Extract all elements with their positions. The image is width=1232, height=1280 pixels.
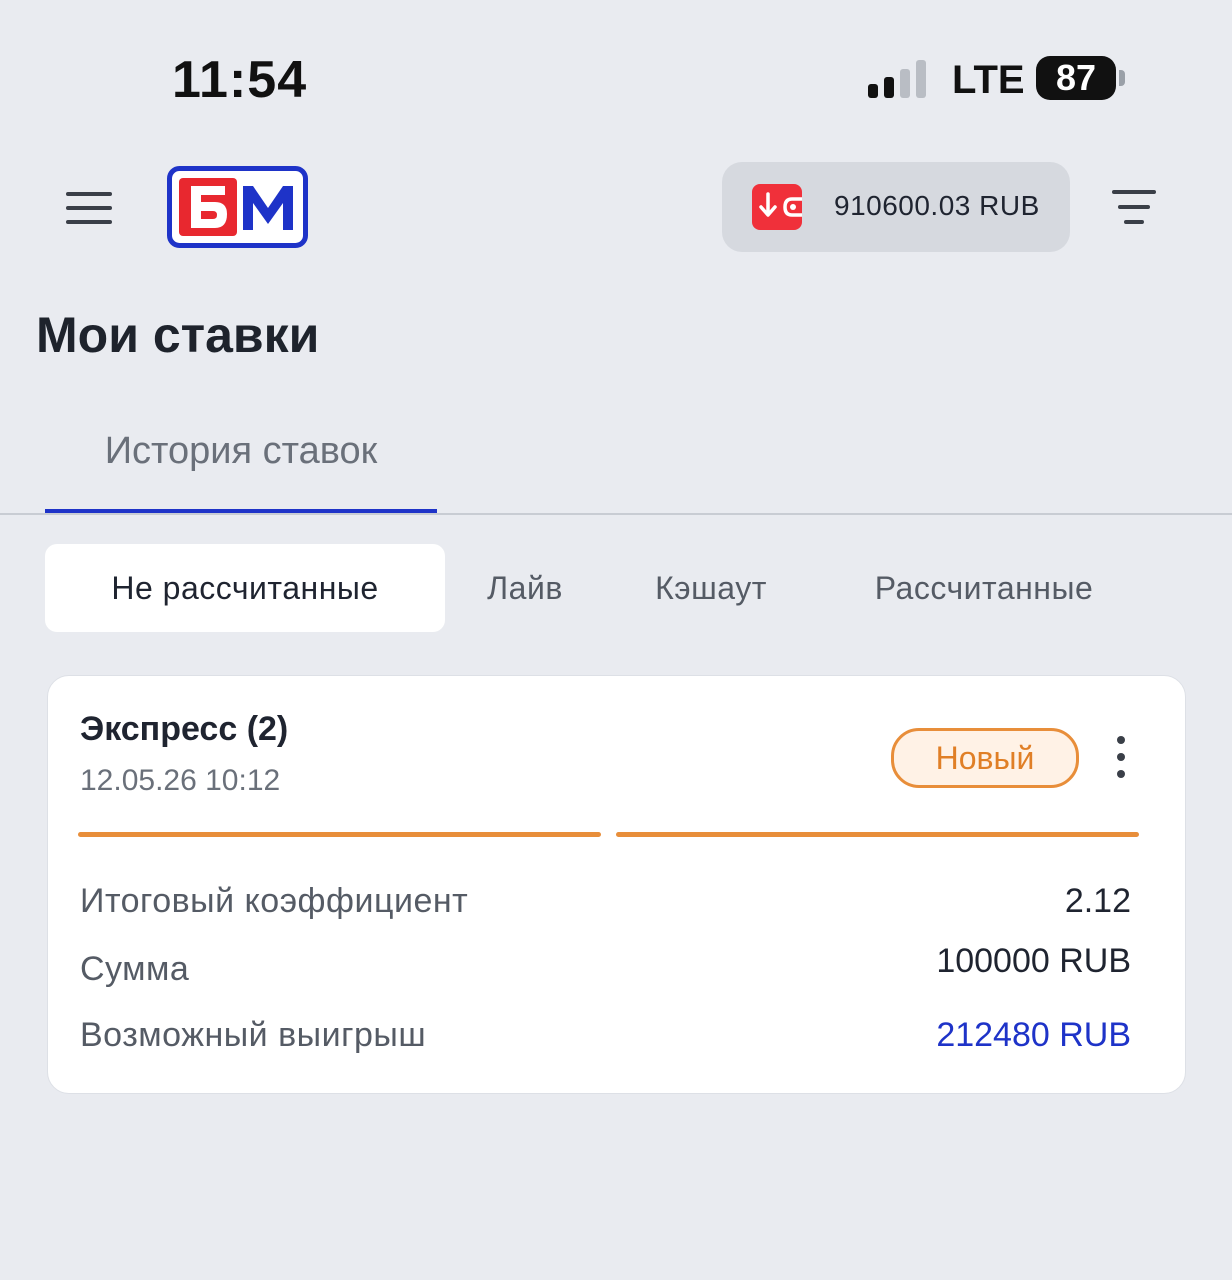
more-options-icon[interactable]	[1108, 734, 1134, 780]
brand-logo[interactable]	[167, 166, 308, 248]
tab-bet-history[interactable]: История ставок	[45, 430, 437, 512]
hamburger-menu-icon[interactable]	[66, 188, 114, 228]
battery-indicator: 87	[1036, 56, 1116, 100]
filter-cashout[interactable]: Кэшаут	[620, 544, 802, 632]
filter-settled[interactable]: Рассчитанные	[840, 544, 1128, 632]
filter-unsettled[interactable]: Не рассчитанные	[45, 544, 445, 632]
bet-title: Экспресс (2)	[80, 710, 289, 748]
signal-strength-icon	[868, 60, 926, 98]
status-badge: Новый	[891, 728, 1079, 788]
status-time: 11:54	[172, 51, 308, 109]
wallet-deposit-icon	[752, 184, 802, 230]
stake-label: Сумма	[80, 950, 190, 988]
page-title: Мои ставки	[36, 307, 320, 363]
stake-value: 100000 RUB	[936, 942, 1131, 980]
bet-date: 12.05.26 10:12	[80, 764, 281, 797]
balance-button[interactable]: 910600.03 RUB	[722, 162, 1070, 252]
total-odds-value: 2.12	[1064, 882, 1131, 920]
balance-amount: 910600.03 RUB	[834, 190, 1040, 221]
bet-card[interactable]: Экспресс (2) 12.05.26 10:12 Новый Итогов…	[47, 675, 1186, 1094]
filter-icon[interactable]	[1110, 186, 1158, 228]
tabs-divider	[0, 513, 1232, 515]
potential-win-value: 212480 RUB	[936, 1016, 1131, 1054]
network-type: LTE	[952, 58, 1025, 102]
filter-live[interactable]: Лайв	[465, 544, 585, 632]
potential-win-label: Возможный выигрыш	[80, 1016, 427, 1054]
bet-leg-progress-2	[616, 832, 1139, 837]
total-odds-label: Итоговый коэффициент	[80, 882, 469, 920]
battery-tip	[1119, 70, 1125, 86]
bet-leg-progress-1	[78, 832, 601, 837]
